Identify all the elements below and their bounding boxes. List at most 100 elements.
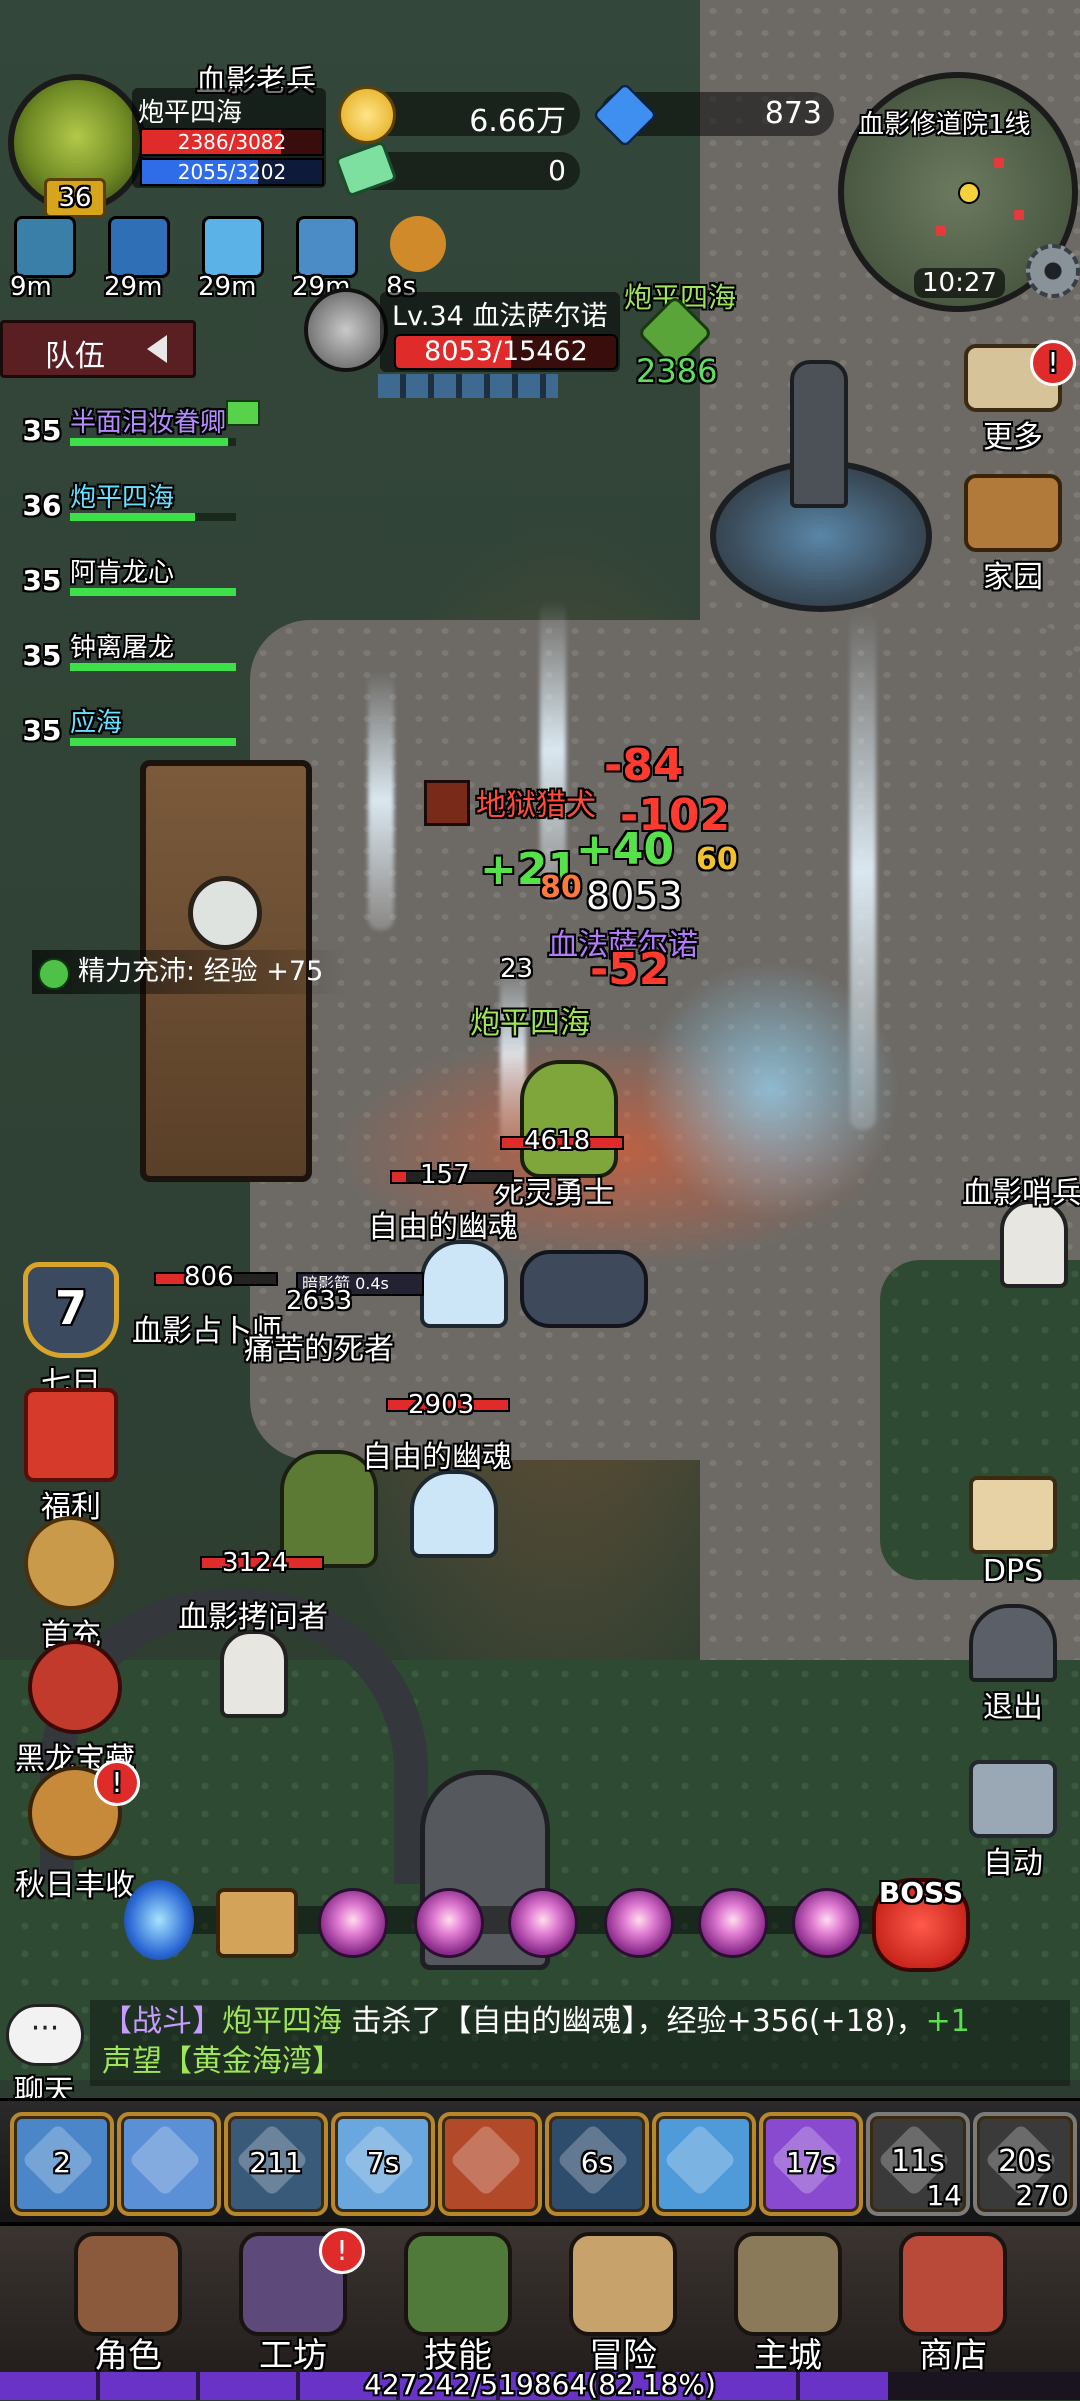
buff-timer: 9m (10, 272, 52, 302)
dps-button[interactable]: DPS (958, 1476, 1068, 1589)
whistle-skill-button[interactable] (652, 2112, 756, 2216)
spear-icon (128, 2123, 202, 2197)
horn-icon[interactable] (390, 216, 446, 272)
nav-workshop[interactable]: 工坊! (223, 2228, 365, 2376)
skill-cooldown-label: 211 (249, 2146, 303, 2179)
skill-cooldown-label: 2 (53, 2146, 71, 2179)
team-member-hp-bar (70, 588, 236, 596)
portal-icon (124, 1880, 194, 1960)
enemy-hp-number: 157 (420, 1160, 470, 1190)
hellhound-icon (424, 780, 470, 826)
team-member[interactable]: 35 钟离屠龙 (10, 619, 244, 687)
energy-notice-text: 精力充沛: 经验 +75 (78, 956, 324, 987)
nav-skill-book[interactable]: 技能 (388, 2232, 528, 2376)
target-portrait[interactable] (304, 288, 388, 372)
skill-book-icon (404, 2232, 512, 2336)
team-member-name: 炮平四海 (70, 483, 175, 513)
dragon-treasure-button[interactable]: 黑龙宝藏 (0, 1640, 150, 1778)
damage-number-small: 60 (696, 842, 738, 877)
minimap-enemy-marker-icon (936, 226, 946, 236)
autumn-harvest-button[interactable]: 黑龙宝藏 秋日丰收 ! (0, 1760, 150, 1904)
claw-skill-button[interactable]: 211 (224, 2112, 328, 2216)
collapse-arrow-icon[interactable] (147, 335, 167, 363)
shop-icon (899, 2232, 1007, 2336)
dagger-skill-button[interactable]: 2 (10, 2112, 114, 2216)
gold-bar[interactable]: 6.66万 (338, 86, 580, 144)
team-member-level: 35 (10, 621, 76, 687)
chat-line-2: 声望【黄金海湾】 (102, 2044, 342, 2079)
target-icon (449, 2123, 523, 2197)
team-member-name: 钟离屠龙 (70, 633, 175, 663)
auto-label: 自动 (983, 1846, 1043, 1881)
wave-enemy-icon (792, 1888, 862, 1958)
blade-skill-button[interactable]: 7s (331, 2112, 435, 2216)
ally-hp-number: 23 (500, 954, 534, 984)
chat-button[interactable]: ··· 聊天 (6, 2004, 84, 2109)
seven-days-button[interactable]: 7 七日 (16, 1262, 126, 1402)
chat-panel[interactable]: 【战斗】炮平四海 击杀了【自由的幽魂】，经验+356(+18)，+1 声望【黄金… (90, 2000, 1070, 2086)
rune-skill-button[interactable]: 17s (759, 2112, 863, 2216)
buff-timer: 29m (198, 272, 257, 302)
fountain-spire (790, 360, 848, 508)
enemy-name-torturer: 血影拷问者 (178, 1600, 328, 1635)
settings-gear-icon[interactable] (1026, 244, 1080, 298)
team-member-hp-bar (70, 438, 236, 446)
more-label: 更多 (983, 420, 1043, 455)
whirl-skill-button[interactable]: 6s (545, 2112, 649, 2216)
chat-bonus: +1 (925, 2004, 970, 2039)
enemy-hp-number: 2903 (408, 1390, 475, 1420)
boss-label: BOSS (878, 1876, 964, 1909)
nav-main-city[interactable]: 主城 (718, 2232, 858, 2376)
team-member-level: 35 (10, 546, 76, 612)
enemy-hp-number: 806 (184, 1262, 234, 1292)
ticket-bar[interactable]: 0 (334, 140, 580, 198)
boss-skull-icon: BOSS (872, 1876, 970, 1972)
minimap-location: 血影修道院1线 (858, 110, 1031, 140)
scroll-icon[interactable] (296, 216, 358, 278)
chat-speaker: 炮平四海 (222, 2004, 342, 2039)
energy-notice: 精力充沛: 经验 +75 (32, 950, 348, 994)
scroll-quill-icon (969, 1476, 1057, 1554)
crystal-icon[interactable] (202, 216, 264, 278)
first-charge-button[interactable]: 首充 (16, 1516, 126, 1654)
enemy-hp-number: 4618 (524, 1126, 591, 1156)
target-name-level: Lv.34 血法萨尔诺 (392, 301, 608, 332)
target-skill-button[interactable] (438, 2112, 542, 2216)
team-tab[interactable]: 队伍 (0, 320, 196, 378)
ally-name-player: 炮平四海 (470, 1006, 590, 1041)
exit-button[interactable]: 退出 (958, 1604, 1068, 1726)
ally-marker-value: 2386 (636, 352, 718, 390)
skeleton-enemy (220, 1630, 288, 1718)
nav-adventure[interactable]: 冒险 (553, 2232, 693, 2376)
tentacle-icon[interactable] (14, 216, 76, 278)
team-member[interactable]: 36 炮平四海 (10, 469, 244, 537)
team-member[interactable]: 35 半面泪妆眷卿 (10, 394, 260, 462)
skill-charge-count: 14 (926, 2179, 962, 2212)
class-crest-icon (10, 396, 76, 462)
character-icon (74, 2232, 182, 2336)
team-member[interactable]: 35 阿肯龙心 (10, 544, 244, 612)
skill-cooldown-label: 17s (785, 2146, 837, 2179)
eye-icon[interactable] (108, 216, 170, 278)
elixir-skill-button[interactable]: 20s 270 (973, 2112, 1077, 2216)
welfare-button[interactable]: 福利 (16, 1388, 126, 1526)
spear-skill-button[interactable] (117, 2112, 221, 2216)
exit-arch-icon (969, 1604, 1057, 1682)
team-member[interactable]: 35 应海 (10, 694, 244, 762)
home-button[interactable]: 家园 (958, 474, 1068, 596)
class-crest-icon (10, 546, 76, 612)
nav-character[interactable]: 角色 (58, 2232, 198, 2376)
dragon-skull-icon (28, 1640, 122, 1734)
nav-shop[interactable]: 商店 (883, 2232, 1023, 2376)
class-crest-icon (10, 696, 76, 762)
alert-badge-icon: ! (94, 1760, 140, 1806)
buff-timer: 29m (104, 272, 163, 302)
gem-bar[interactable]: 873 (592, 82, 834, 148)
enemy-name-skeleton-top: 血影哨兵 (962, 1176, 1080, 1211)
chat-line-1: 【战斗】炮平四海 击杀了【自由的幽魂】，经验+356(+18)，+1 (102, 2002, 1058, 2042)
potion-skill-button[interactable]: 11s 14 (866, 2112, 970, 2216)
target-debuff-row (378, 374, 558, 398)
more-button[interactable]: 更多 ! (958, 340, 1076, 456)
minimap-enemy-marker-icon (994, 158, 1004, 168)
auto-button[interactable]: 自动 (958, 1760, 1068, 1882)
